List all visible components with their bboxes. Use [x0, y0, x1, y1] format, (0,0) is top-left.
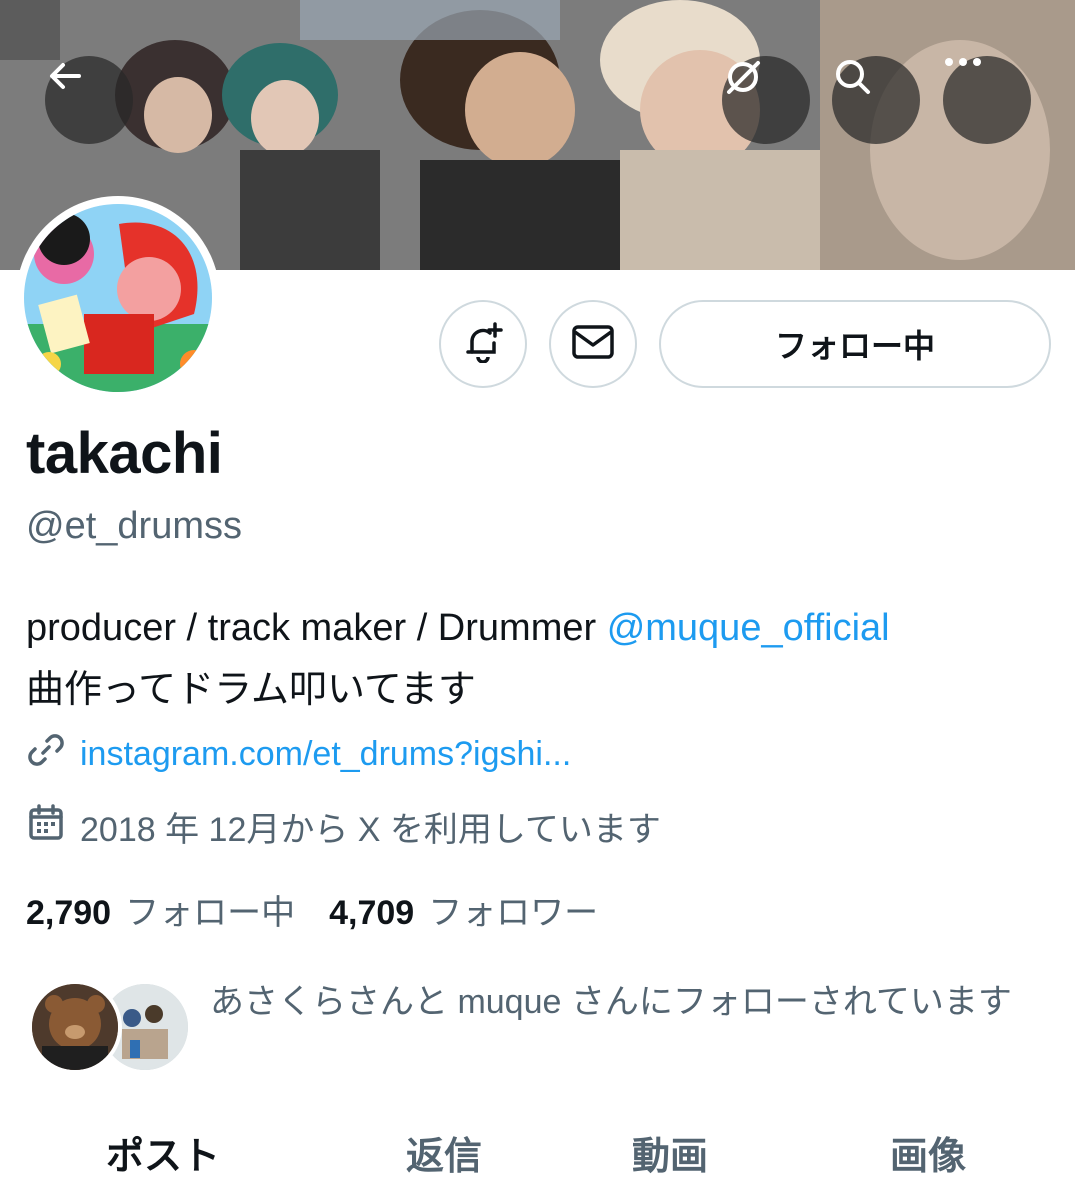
bio: producer / track maker / Drummer @muque_…: [26, 597, 1066, 721]
followed-by[interactable]: あさくらさんと muque さんにフォローされています: [28, 980, 1068, 1080]
avatar-image: [24, 204, 212, 392]
profile-link-row: instagram.com/et_drums?igshi...: [26, 730, 571, 779]
followers-label: フォロワー: [428, 894, 599, 932]
search-button[interactable]: [832, 56, 920, 144]
followers-count: 4,709: [329, 894, 415, 932]
avatar[interactable]: [16, 196, 220, 400]
bio-mention-link[interactable]: @muque_official: [607, 607, 890, 649]
joined-row: 2018 年 12月から X を利用しています: [26, 802, 661, 851]
back-button[interactable]: [45, 56, 133, 144]
followers-stat[interactable]: 4,709 フォロワー: [329, 885, 598, 934]
tab-posts[interactable]: ポスト: [106, 1125, 220, 1180]
followed-by-text: あさくらさんと muque さんにフォローされています: [210, 983, 1012, 1021]
grok-button[interactable]: [722, 56, 810, 144]
tab-images[interactable]: 画像: [890, 1125, 966, 1180]
bio-line-1: producer / track maker / Drummer @muque_…: [26, 597, 1066, 659]
following-stat[interactable]: 2,790 フォロー中: [26, 885, 295, 934]
following-label: フォロー中: [125, 894, 296, 932]
mail-icon: [571, 324, 615, 364]
follower-avatar: [28, 980, 122, 1074]
profile-tabs: ポスト 返信 動画 画像: [0, 1125, 1075, 1200]
following-button-label: フォロー中: [774, 327, 935, 365]
bio-line-2: 曲作ってドラム叩いてます: [26, 669, 476, 711]
more-button[interactable]: [943, 56, 1031, 144]
following-count: 2,790: [26, 894, 112, 932]
joined-date: 2018 年 12月から X を利用しています: [80, 811, 661, 849]
bell-plus-icon: [462, 321, 504, 367]
tab-videos[interactable]: 動画: [632, 1125, 708, 1180]
bio-text: producer / track maker / Drummer: [26, 607, 607, 649]
notify-button[interactable]: [439, 300, 527, 388]
tab-replies[interactable]: 返信: [406, 1125, 482, 1180]
following-button[interactable]: フォロー中: [659, 300, 1051, 388]
profile-link[interactable]: instagram.com/et_drums?igshi...: [80, 735, 571, 774]
user-handle: @et_drumss: [26, 505, 242, 547]
link-icon: [26, 730, 66, 779]
calendar-icon: [26, 802, 66, 851]
follow-stats: 2,790 フォロー中 4,709 フォロワー: [26, 885, 598, 934]
display-name: takachi: [26, 421, 223, 486]
message-button[interactable]: [549, 300, 637, 388]
